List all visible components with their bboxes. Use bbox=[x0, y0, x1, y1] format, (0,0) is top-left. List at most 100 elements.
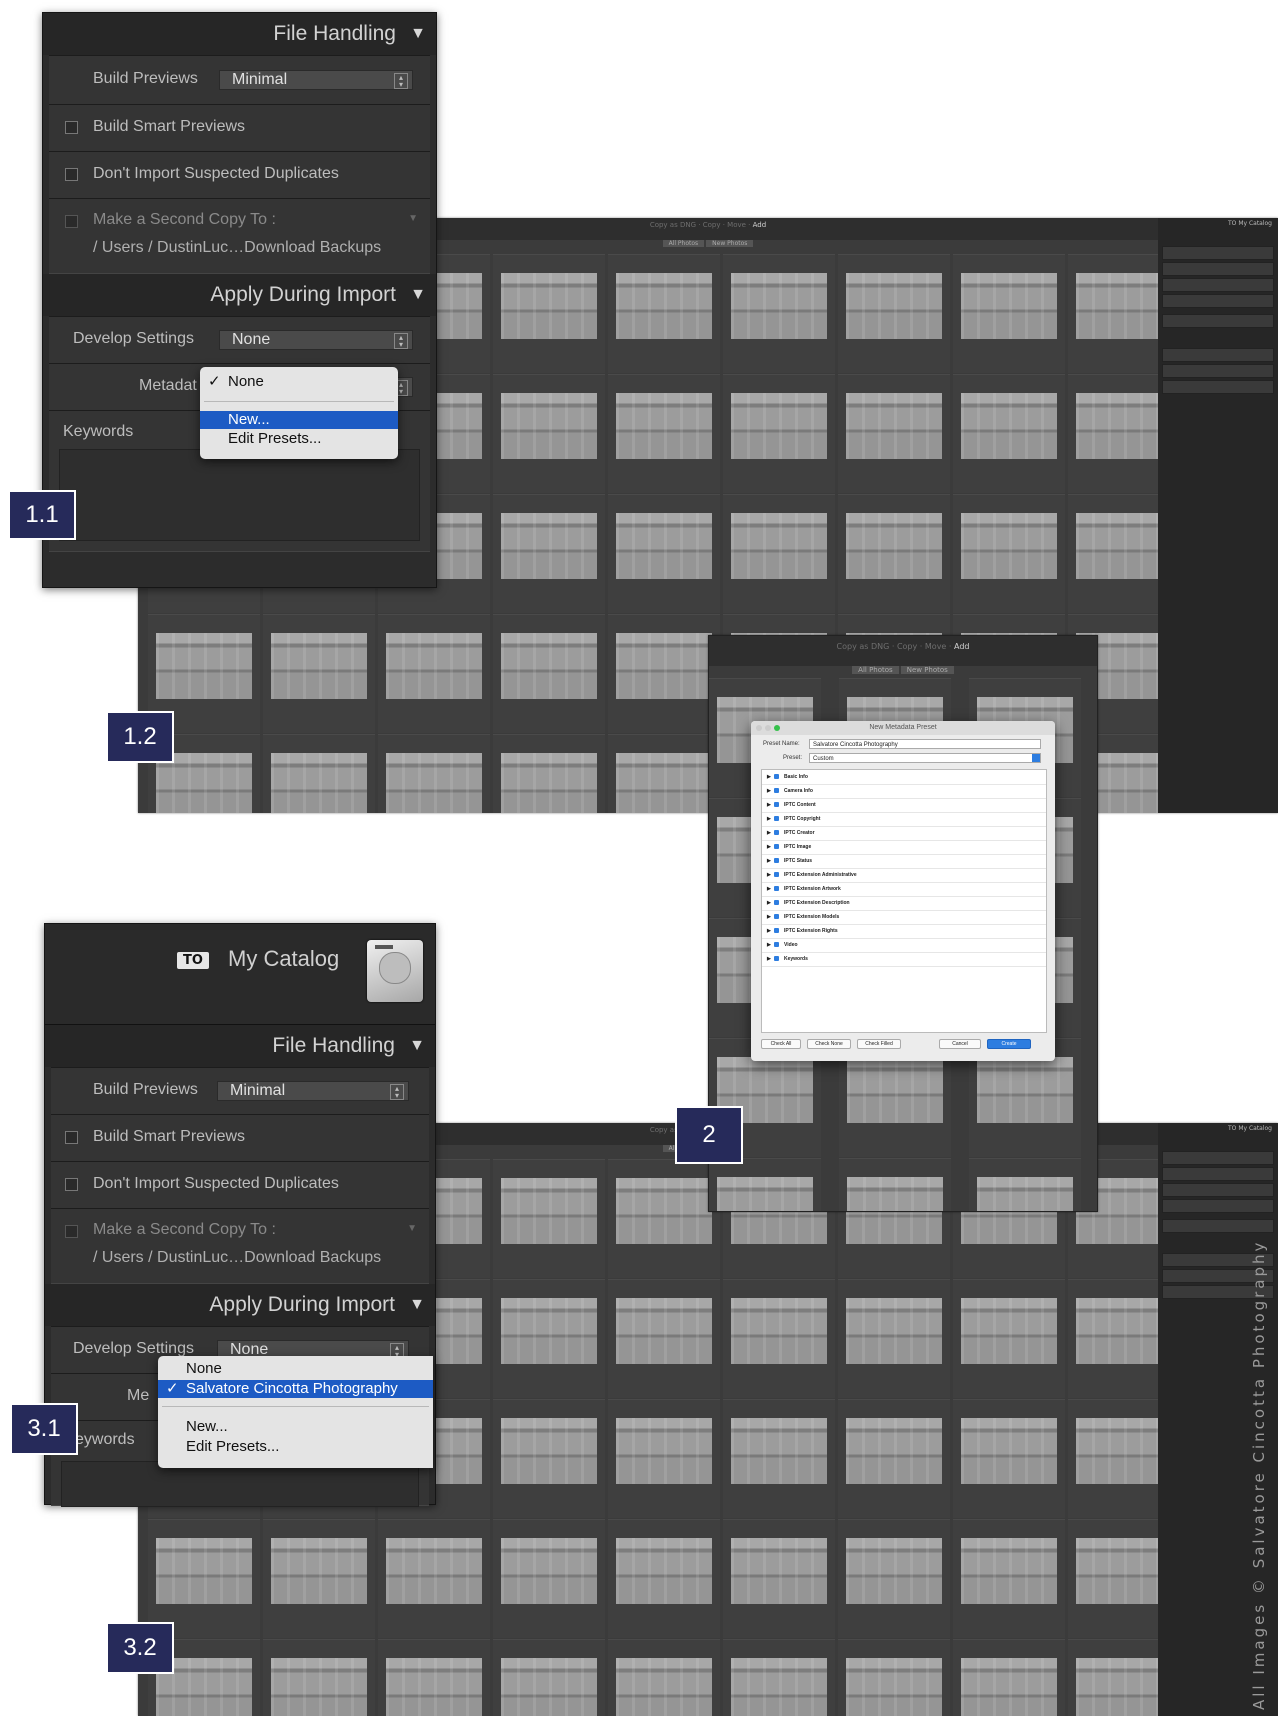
zoom-icon[interactable] bbox=[774, 725, 780, 731]
photo-thumbnail-cell[interactable] bbox=[838, 1519, 950, 1638]
filter-new-photos[interactable]: New Photos bbox=[900, 666, 954, 674]
photo-thumbnail-cell[interactable] bbox=[493, 1519, 605, 1638]
checkbox[interactable] bbox=[774, 774, 779, 779]
mode-add[interactable]: Add bbox=[753, 221, 767, 229]
photo-thumbnail[interactable] bbox=[271, 633, 367, 699]
photo-thumbnail-cell[interactable] bbox=[493, 254, 605, 373]
checkbox[interactable] bbox=[774, 858, 779, 863]
photo-thumbnail-cell[interactable] bbox=[608, 1639, 720, 1716]
disclosure-triangle-icon[interactable]: ▶ bbox=[767, 882, 771, 896]
photo-thumbnail[interactable] bbox=[501, 753, 597, 813]
photo-thumbnail[interactable] bbox=[616, 633, 712, 699]
photo-thumbnail-cell[interactable] bbox=[969, 1158, 1081, 1211]
photo-thumbnail-cell[interactable] bbox=[723, 1279, 835, 1398]
disclosure-triangle-icon[interactable]: ▶ bbox=[767, 812, 771, 826]
file-handling-header[interactable]: File Handling ▼ bbox=[45, 1025, 435, 1067]
dont-import-duplicates-row[interactable]: Don't Import Suspected Duplicates bbox=[51, 1161, 429, 1209]
collapse-triangle-icon[interactable]: ▼ bbox=[410, 13, 426, 55]
photo-thumbnail-cell[interactable] bbox=[263, 1639, 375, 1716]
photo-thumbnail[interactable] bbox=[616, 273, 712, 339]
photo-thumbnail[interactable] bbox=[501, 1418, 597, 1484]
metadata-group-item[interactable]: ▶ Video bbox=[762, 938, 1046, 953]
menu-item-new[interactable]: New... bbox=[158, 1418, 433, 1436]
second-copy-row[interactable]: Make a Second Copy To : ▼ / Users / Dust… bbox=[49, 198, 430, 274]
checkbox[interactable] bbox=[65, 168, 78, 181]
photo-thumbnail-cell[interactable] bbox=[953, 1519, 1065, 1638]
checkbox[interactable] bbox=[774, 900, 779, 905]
build-previews-select[interactable]: Minimal ▴ ▾ bbox=[217, 1081, 409, 1101]
check-none-button[interactable]: Check None bbox=[807, 1039, 851, 1049]
build-smart-previews-row[interactable]: Build Smart Previews bbox=[51, 1114, 429, 1162]
metadata-group-item[interactable]: ▶ Camera Info bbox=[762, 784, 1046, 799]
apply-during-import-header[interactable]: Apply During Import ▼ bbox=[43, 274, 436, 316]
disclosure-triangle-icon[interactable]: ▶ bbox=[767, 854, 771, 868]
photo-thumbnail-cell[interactable] bbox=[263, 734, 375, 813]
photo-thumbnail-cell[interactable] bbox=[608, 1519, 720, 1638]
create-button[interactable]: Create bbox=[987, 1039, 1031, 1049]
disclosure-triangle-icon[interactable]: ▶ bbox=[767, 910, 771, 924]
photo-thumbnail[interactable] bbox=[386, 1658, 482, 1716]
photo-thumbnail[interactable] bbox=[616, 393, 712, 459]
photo-thumbnail[interactable] bbox=[846, 1538, 942, 1604]
photo-thumbnail[interactable] bbox=[386, 633, 482, 699]
photo-thumbnail-cell[interactable] bbox=[148, 1519, 260, 1638]
photo-thumbnail-cell[interactable] bbox=[608, 254, 720, 373]
photo-thumbnail[interactable] bbox=[961, 1658, 1057, 1716]
photo-thumbnail-cell[interactable] bbox=[263, 1519, 375, 1638]
photo-thumbnail-cell[interactable] bbox=[953, 374, 1065, 493]
photo-thumbnail[interactable] bbox=[731, 1298, 827, 1364]
photo-thumbnail-cell[interactable] bbox=[493, 1399, 605, 1518]
checkbox[interactable] bbox=[65, 215, 78, 228]
metadata-group-item[interactable]: ▶ Basic Info bbox=[762, 770, 1046, 785]
photo-thumbnail[interactable] bbox=[501, 1178, 597, 1244]
metadata-group-item[interactable]: ▶ IPTC Creator bbox=[762, 826, 1046, 841]
photo-thumbnail-cell[interactable] bbox=[608, 494, 720, 613]
photo-thumbnail[interactable] bbox=[156, 1538, 252, 1604]
disclosure-triangle-icon[interactable]: ▶ bbox=[767, 826, 771, 840]
preset-select[interactable]: Custom bbox=[809, 753, 1041, 763]
file-handling-header[interactable]: File Handling ▼ bbox=[43, 13, 436, 55]
keywords-input[interactable] bbox=[59, 449, 420, 541]
checkbox[interactable] bbox=[65, 1178, 78, 1191]
photo-thumbnail-cell[interactable] bbox=[953, 254, 1065, 373]
photo-thumbnail[interactable] bbox=[731, 1418, 827, 1484]
metadata-group-item[interactable]: ▶ IPTC Content bbox=[762, 798, 1046, 813]
collapse-triangle-icon[interactable]: ▼ bbox=[409, 1025, 425, 1067]
photo-thumbnail[interactable] bbox=[846, 1298, 942, 1364]
photo-thumbnail-cell[interactable] bbox=[953, 494, 1065, 613]
metadata-group-item[interactable]: ▶ IPTC Extension Rights bbox=[762, 924, 1046, 939]
develop-settings-select[interactable]: None ▴ ▾ bbox=[219, 330, 413, 350]
disclosure-triangle-icon[interactable]: ▶ bbox=[767, 770, 771, 784]
checkbox[interactable] bbox=[774, 872, 779, 877]
disclosure-triangle-icon[interactable]: ▶ bbox=[767, 840, 771, 854]
photo-thumbnail[interactable] bbox=[616, 1658, 712, 1716]
mode-copy[interactable]: Copy bbox=[703, 221, 721, 229]
photo-thumbnail-cell[interactable] bbox=[493, 374, 605, 493]
photo-thumbnail-cell[interactable] bbox=[493, 614, 605, 733]
photo-thumbnail-cell[interactable] bbox=[953, 1399, 1065, 1518]
photo-thumbnail[interactable] bbox=[961, 1538, 1057, 1604]
photo-thumbnail-cell[interactable] bbox=[493, 734, 605, 813]
checkbox[interactable] bbox=[774, 956, 779, 961]
photo-thumbnail[interactable] bbox=[386, 1538, 482, 1604]
photo-thumbnail-cell[interactable] bbox=[838, 1639, 950, 1716]
checkbox[interactable] bbox=[774, 914, 779, 919]
collapse-triangle-icon[interactable]: ▼ bbox=[410, 274, 426, 316]
metadata-group-item[interactable]: ▶ IPTC Extension Artwork bbox=[762, 882, 1046, 897]
metadata-group-item[interactable]: ▶ IPTC Extension Administrative bbox=[762, 868, 1046, 883]
import-mode-selector[interactable]: Copy as DNG · Copy · Move · Add bbox=[709, 642, 1097, 651]
filter-all-photos[interactable]: All Photos bbox=[662, 240, 705, 247]
photo-thumbnail[interactable] bbox=[961, 273, 1057, 339]
check-filled-button[interactable]: Check Filled bbox=[857, 1039, 901, 1049]
photo-thumbnail-cell[interactable] bbox=[709, 1158, 821, 1211]
photo-thumbnail-cell[interactable] bbox=[723, 254, 835, 373]
photo-thumbnail-cell[interactable] bbox=[608, 374, 720, 493]
photo-thumbnail-cell[interactable] bbox=[608, 1279, 720, 1398]
photo-thumbnail[interactable] bbox=[977, 1057, 1073, 1123]
menu-item-none[interactable]: ✓ None bbox=[200, 373, 398, 391]
menu-item-salvatore-cincotta-photography[interactable]: ✓ Salvatore Cincotta Photography bbox=[158, 1380, 433, 1398]
mode-copy-dng[interactable]: Copy as DNG bbox=[650, 221, 696, 229]
photo-thumbnail-cell[interactable] bbox=[723, 374, 835, 493]
disclosure-triangle-icon[interactable]: ▶ bbox=[767, 798, 771, 812]
dont-import-duplicates-row[interactable]: Don't Import Suspected Duplicates bbox=[49, 151, 430, 199]
